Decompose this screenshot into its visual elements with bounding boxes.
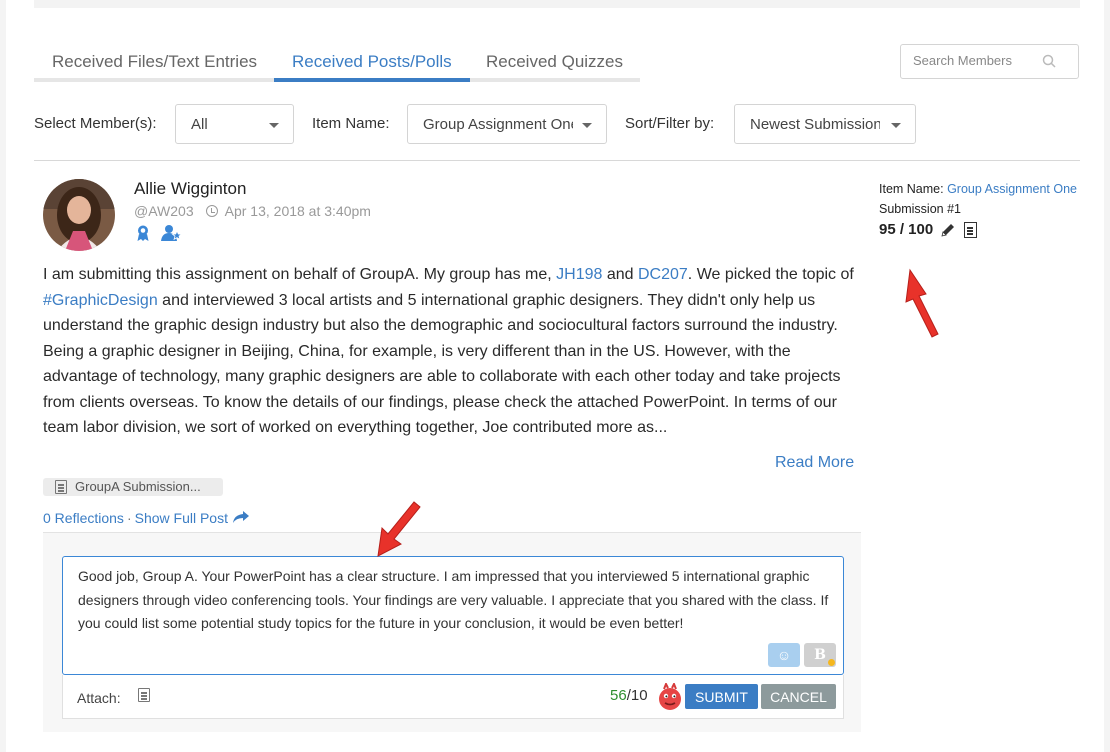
member-select-value: All	[191, 116, 208, 133]
clock-icon	[205, 205, 218, 217]
tab-bar: Received Files/Text Entries Received Pos…	[34, 50, 640, 82]
attach-label: Attach:	[77, 690, 121, 706]
rubric-document-icon[interactable]	[963, 222, 977, 239]
author-meta: @AW203 Apr 13, 2018 at 3:40pm	[134, 203, 371, 219]
item-name-label: Item Name:	[312, 115, 390, 132]
item-name-select-value: Group Assignment One	[423, 116, 573, 133]
search-input[interactable]	[913, 53, 1043, 68]
sort-filter-label: Sort/Filter by:	[625, 115, 715, 132]
attach-file-icon[interactable]	[138, 688, 150, 702]
top-strip	[34, 0, 1080, 8]
author-name[interactable]: Allie Wigginton	[134, 179, 246, 199]
document-icon	[55, 480, 67, 494]
chevron-down-icon	[891, 123, 901, 128]
red-arrow-icon	[905, 268, 939, 338]
user-star-icon[interactable]	[161, 224, 183, 242]
post-text-part: I am submitting this assignment on behal…	[43, 266, 557, 283]
post-text-part: and interviewed 3 local artists and 5 in…	[43, 291, 841, 437]
comment-text[interactable]: Good job, Group A. Your PowerPoint has a…	[78, 565, 833, 636]
cancel-button[interactable]: CANCEL	[761, 684, 836, 709]
mention-link[interactable]: DC207	[638, 266, 688, 283]
post-body: I am submitting this assignment on behal…	[43, 262, 858, 441]
author-handle: @AW203	[134, 203, 194, 219]
search-icon[interactable]	[1042, 54, 1056, 68]
counter-max: /10	[626, 687, 648, 704]
submission-info: Item Name: Group Assignment One Submissi…	[879, 180, 1079, 241]
member-select[interactable]: All	[175, 104, 294, 144]
share-arrow-icon[interactable]	[232, 510, 250, 524]
score-value: 95 / 100	[879, 221, 934, 238]
tab-received-files[interactable]: Received Files/Text Entries	[52, 52, 257, 80]
monster-face-icon	[659, 683, 681, 710]
post-text-part: and	[602, 266, 638, 283]
bold-button[interactable]: B	[804, 643, 836, 667]
sort-filter-select-value: Newest Submission	[750, 116, 880, 133]
read-more-link[interactable]: Read More	[775, 454, 854, 472]
hashtag-link[interactable]: #GraphicDesign	[43, 292, 158, 309]
comment-editor[interactable]: Good job, Group A. Your PowerPoint has a…	[62, 556, 844, 675]
item-name-select[interactable]: Group Assignment One	[407, 104, 607, 144]
separator: ·	[126, 510, 132, 526]
tab-received-quizzes[interactable]: Received Quizzes	[486, 52, 623, 80]
show-full-post-link[interactable]: Show Full Post	[135, 510, 228, 526]
select-member-label: Select Member(s):	[34, 115, 157, 132]
tab-received-posts[interactable]: Received Posts/Polls	[274, 52, 470, 82]
comment-toolbar: Attach: 56/10 SUBMIT CANCEL	[62, 675, 844, 719]
filter-divider	[34, 160, 1080, 161]
attachment-name: GroupA Submission...	[75, 479, 201, 494]
counter-value: 56	[610, 687, 627, 704]
post-date: Apr 13, 2018 at 3:40pm	[224, 203, 371, 219]
search-members-box[interactable]	[900, 44, 1079, 79]
award-ribbon-icon[interactable]	[134, 224, 152, 242]
item-name-label-side: Item Name:	[879, 182, 948, 196]
submit-button[interactable]: SUBMIT	[685, 684, 758, 709]
character-counter: 56/10	[610, 687, 648, 704]
emoji-button[interactable]: ☺	[768, 643, 800, 667]
sort-filter-select[interactable]: Newest Submission	[734, 104, 916, 144]
attachment-chip[interactable]: GroupA Submission...	[43, 478, 223, 496]
red-arrow-icon	[377, 501, 421, 557]
score-row: 95 / 100	[879, 219, 1079, 241]
pencil-icon[interactable]	[940, 222, 956, 238]
post-text-part: . We picked the topic of	[687, 266, 854, 283]
submission-number: Submission #1	[879, 201, 961, 216]
chevron-down-icon	[269, 123, 279, 128]
avatar[interactable]	[43, 179, 115, 251]
mention-link[interactable]: JH198	[556, 266, 602, 283]
chevron-down-icon	[582, 123, 592, 128]
item-name-link[interactable]: Group Assignment One	[947, 182, 1077, 196]
item-name-row: Item Name: Group Assignment One	[879, 180, 1079, 200]
post-actions: 0 Reflections · Show Full Post	[43, 510, 250, 526]
reflections-link[interactable]: 0 Reflections	[43, 510, 124, 526]
